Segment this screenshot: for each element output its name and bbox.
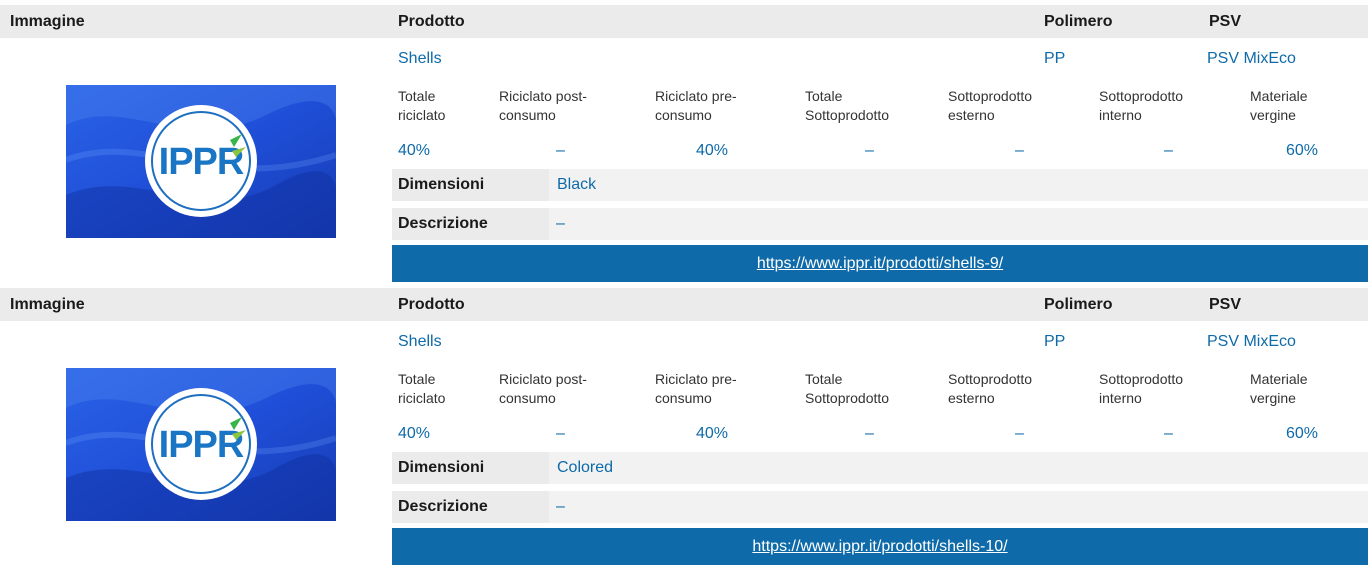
composition-header: Riciclato pre-consumo [655,87,775,125]
composition-value: – [556,425,565,442]
composition-header-line1: Materiale [1250,88,1308,104]
dimensions-value[interactable]: Colored [557,452,613,484]
composition-header: Materiale vergine [1250,87,1368,125]
composition-value: – [865,142,874,159]
header-polymer: Polimero [1044,296,1113,313]
composition-header-line1: Sottoprodotto [1099,88,1184,104]
composition-header-line2: vergine [1250,107,1296,123]
dimensions-row: Dimensioni Colored [392,452,1368,484]
composition-value: 40% [696,142,729,159]
composition-value: – [1164,142,1173,159]
psv-link[interactable]: PSV MixEco [1207,333,1296,351]
product-url-bar: https://www.ippr.it/prodotti/shells-10/ [392,528,1368,565]
composition-header-line2: consumo [655,390,712,406]
composition-header-line2: esterno [948,107,995,123]
composition-header-line1: Totale [805,371,843,387]
composition-header: Sottoprodotto interno [1099,370,1219,408]
composition-header: Riciclato post-consumo [499,87,619,125]
composition-header: Riciclato pre-consumo [655,370,775,408]
composition-value: – [1015,142,1024,159]
product-image[interactable]: IPPR [66,85,336,238]
composition-value: – [1015,425,1024,442]
description-row: Descrizione – [392,208,1368,240]
polymer-link[interactable]: PP [1044,333,1065,351]
description-row: Descrizione – [392,491,1368,523]
composition-header: Riciclato post-consumo [499,370,619,408]
product-name-link[interactable]: Shells [398,50,442,68]
composition-header-line1: Riciclato post- [499,88,587,104]
header-image: Immagine [10,13,85,30]
composition-header: Materiale vergine [1250,370,1368,408]
composition-header: Sottoprodotto interno [1099,87,1219,125]
description-value: – [556,215,565,232]
composition-value: 60% [1286,425,1319,442]
product-block: Immagine Prodotto Polimero PSV Shells PP PSV M… [0,0,1368,283]
composition-header-line1: Materiale [1250,371,1308,387]
header-image: Immagine [10,296,85,313]
composition-header: Totale Sottoprodotto [805,87,925,125]
product-name-link[interactable]: Shells [398,333,442,351]
composition-header-line2: consumo [655,107,712,123]
product-url-bar: https://www.ippr.it/prodotti/shells-9/ [392,245,1368,282]
composition-header-line2: interno [1099,390,1142,406]
polymer-link[interactable]: PP [1044,50,1065,68]
composition-header-line1: Sottoprodotto [1099,371,1184,387]
description-value: – [556,498,565,515]
composition-header: Sottoprodotto esterno [948,370,1068,408]
composition-header-line1: Riciclato pre- [655,371,737,387]
ippr-logo-image: IPPR [66,85,336,238]
description-label: Descrizione [392,491,549,523]
header-product: Prodotto [398,13,465,30]
composition-header-line2: Sottoprodotto [805,390,890,406]
composition-header-line2: esterno [948,390,995,406]
dimensions-row: Dimensioni Black [392,169,1368,201]
header-psv: PSV [1209,296,1242,313]
product-list: Immagine Prodotto Polimero PSV Shells PP PSV M… [0,0,1368,565]
composition-header-line2: Sottoprodotto [805,107,890,123]
product-block: Immagine Prodotto Polimero PSV Shells PP PSV M… [0,283,1368,565]
composition-value: 40% [398,425,431,442]
svg-text:IPPR: IPPR [159,424,244,466]
header-product: Prodotto [398,296,465,313]
composition-header-line2: interno [1099,107,1142,123]
composition-value: – [556,142,565,159]
composition-header-line2: consumo [499,107,556,123]
composition-header: Sottoprodotto esterno [948,87,1068,125]
dimensions-label: Dimensioni [392,452,549,484]
composition-header-line1: Riciclato pre- [655,88,737,104]
table-header-row: Immagine Prodotto Polimero PSV [0,5,1368,38]
composition-value: 40% [696,425,729,442]
dimensions-label: Dimensioni [392,169,549,201]
product-image[interactable]: IPPR [66,368,336,521]
composition-header-line1: Sottoprodotto [948,371,1033,387]
ippr-logo-image: IPPR [66,368,336,521]
description-label: Descrizione [392,208,549,240]
composition-header-line2: consumo [499,390,556,406]
psv-link[interactable]: PSV MixEco [1207,50,1296,68]
header-polymer: Polimero [1044,13,1113,30]
product-url-link[interactable]: https://www.ippr.it/prodotti/shells-9/ [757,255,1003,272]
composition-header-line1: Totale [805,88,843,104]
composition-header-line1: Riciclato post- [499,371,587,387]
composition-header-line1: Sottoprodotto [948,88,1033,104]
composition-value: 60% [1286,142,1319,159]
product-url-link[interactable]: https://www.ippr.it/prodotti/shells-10/ [752,538,1007,555]
header-psv: PSV [1209,13,1242,30]
dimensions-value[interactable]: Black [557,169,596,201]
composition-value: 40% [398,142,431,159]
svg-text:IPPR: IPPR [159,141,244,183]
composition-value: – [865,425,874,442]
composition-header-line2: vergine [1250,390,1296,406]
composition-header: Totale Sottoprodotto [805,370,925,408]
table-header-row: Immagine Prodotto Polimero PSV [0,288,1368,321]
composition-value: – [1164,425,1173,442]
